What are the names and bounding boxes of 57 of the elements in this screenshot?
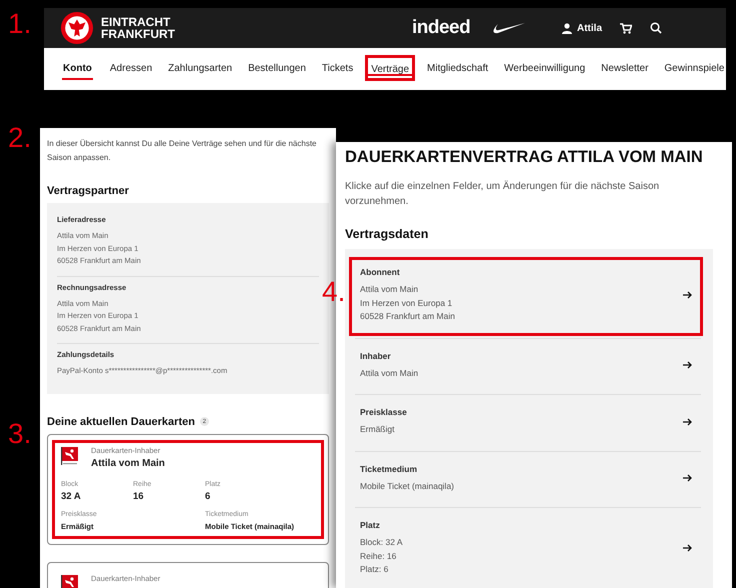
arrow-right-icon: [683, 291, 692, 300]
field-value: Attila vom Main: [360, 366, 418, 380]
section-heading: Deine aktuellen Dauerkarten: [47, 416, 195, 428]
intro-text: Klicke auf die einzelnen Felder, um Änderungen für die nächste Saison vorzunehmen.: [345, 180, 660, 209]
field-value: Reihe: 16: [360, 550, 398, 562]
field-label: Preisklasse: [360, 407, 407, 417]
field-value: Block: 32 A: [360, 536, 403, 549]
account-link[interactable]: Attila: [562, 22, 602, 34]
field-value: 32 A: [61, 490, 82, 502]
field-value: 6: [205, 490, 212, 502]
cart-icon[interactable]: [620, 22, 632, 34]
sponsor-logo[interactable]: indeed: [412, 17, 470, 39]
step-number: 2.: [8, 124, 32, 152]
nav-tab[interactable]: Newsletter: [597, 54, 652, 82]
contract-row[interactable]: Inhaber Attila vom Main: [349, 340, 703, 392]
step-number: 4.: [322, 278, 346, 306]
brand-name: FRANKFURT: [101, 28, 175, 40]
eagle-logo-icon[interactable]: [60, 11, 94, 45]
nav-tab[interactable]: Mitgliedschaft: [423, 54, 492, 82]
section-heading: Vertragsdaten: [345, 227, 430, 241]
contract-row[interactable]: Ticketmedium Mobile Ticket (mainaqila): [349, 454, 703, 505]
field-value: Platz: 6: [360, 563, 390, 576]
nav-tab[interactable]: Konto: [59, 54, 96, 82]
page-title: DAUERKARTENVERTRAG ATTILA VOM MAIN: [345, 148, 704, 167]
nav-tab[interactable]: Zahlungsarten: [164, 54, 236, 82]
nav-tab[interactable]: Verträge: [365, 55, 416, 81]
step-number: 1.: [8, 10, 32, 38]
nav-tab[interactable]: Gewinnspiele: [660, 54, 728, 82]
nav-tab[interactable]: Bestellungen: [244, 54, 310, 82]
nav-tab[interactable]: Adressen: [106, 54, 156, 82]
search-icon[interactable]: [650, 22, 662, 34]
contract-row[interactable]: Abonnent Attila vom Main Im Herzen von Europa 1 60528 Frankfurt am Main: [349, 257, 703, 336]
nav-tab[interactable]: Werbeeinwilligung: [500, 54, 590, 82]
field-label: Ticketmedium: [360, 464, 418, 474]
user-icon: [562, 22, 572, 34]
contract-row[interactable]: Preisklasse Ermäßigt: [349, 397, 703, 448]
holder-name: Attila vom Main: [91, 458, 165, 468]
section-heading: Vertragspartner: [47, 185, 129, 197]
step-number: 3.: [8, 420, 32, 448]
field-value: 60528 Frankfurt am Main: [360, 310, 455, 323]
arrow-right-icon: [683, 361, 692, 370]
field-value: Attila vom Main: [360, 283, 420, 296]
intro-text: In dieser Übersicht kannst Du alle Deine Verträge sehen und für die nächste Saison anpassen.: [47, 138, 318, 164]
contract-row[interactable]: Platz Block: 32 A Reihe: 16 Platz: 6: [349, 510, 703, 588]
nav-tab[interactable]: Tickets: [318, 54, 358, 82]
field-value: 16: [133, 490, 145, 502]
arrow-right-icon: [683, 474, 692, 482]
arrow-right-icon: [683, 544, 692, 552]
field-value: Ermäßigt: [360, 423, 396, 436]
brand-name: EINTRACHT: [101, 16, 172, 28]
field-value: Im Herzen von Europa 1: [360, 296, 454, 310]
field-label: Platz: [360, 520, 381, 530]
field-value: Mobile Ticket (mainaqila): [360, 480, 454, 493]
field-label: Abonnent: [360, 267, 401, 277]
field-label: Inhaber: [360, 350, 392, 360]
logo-icon: [61, 446, 79, 466]
arrow-right-icon: [683, 418, 692, 426]
